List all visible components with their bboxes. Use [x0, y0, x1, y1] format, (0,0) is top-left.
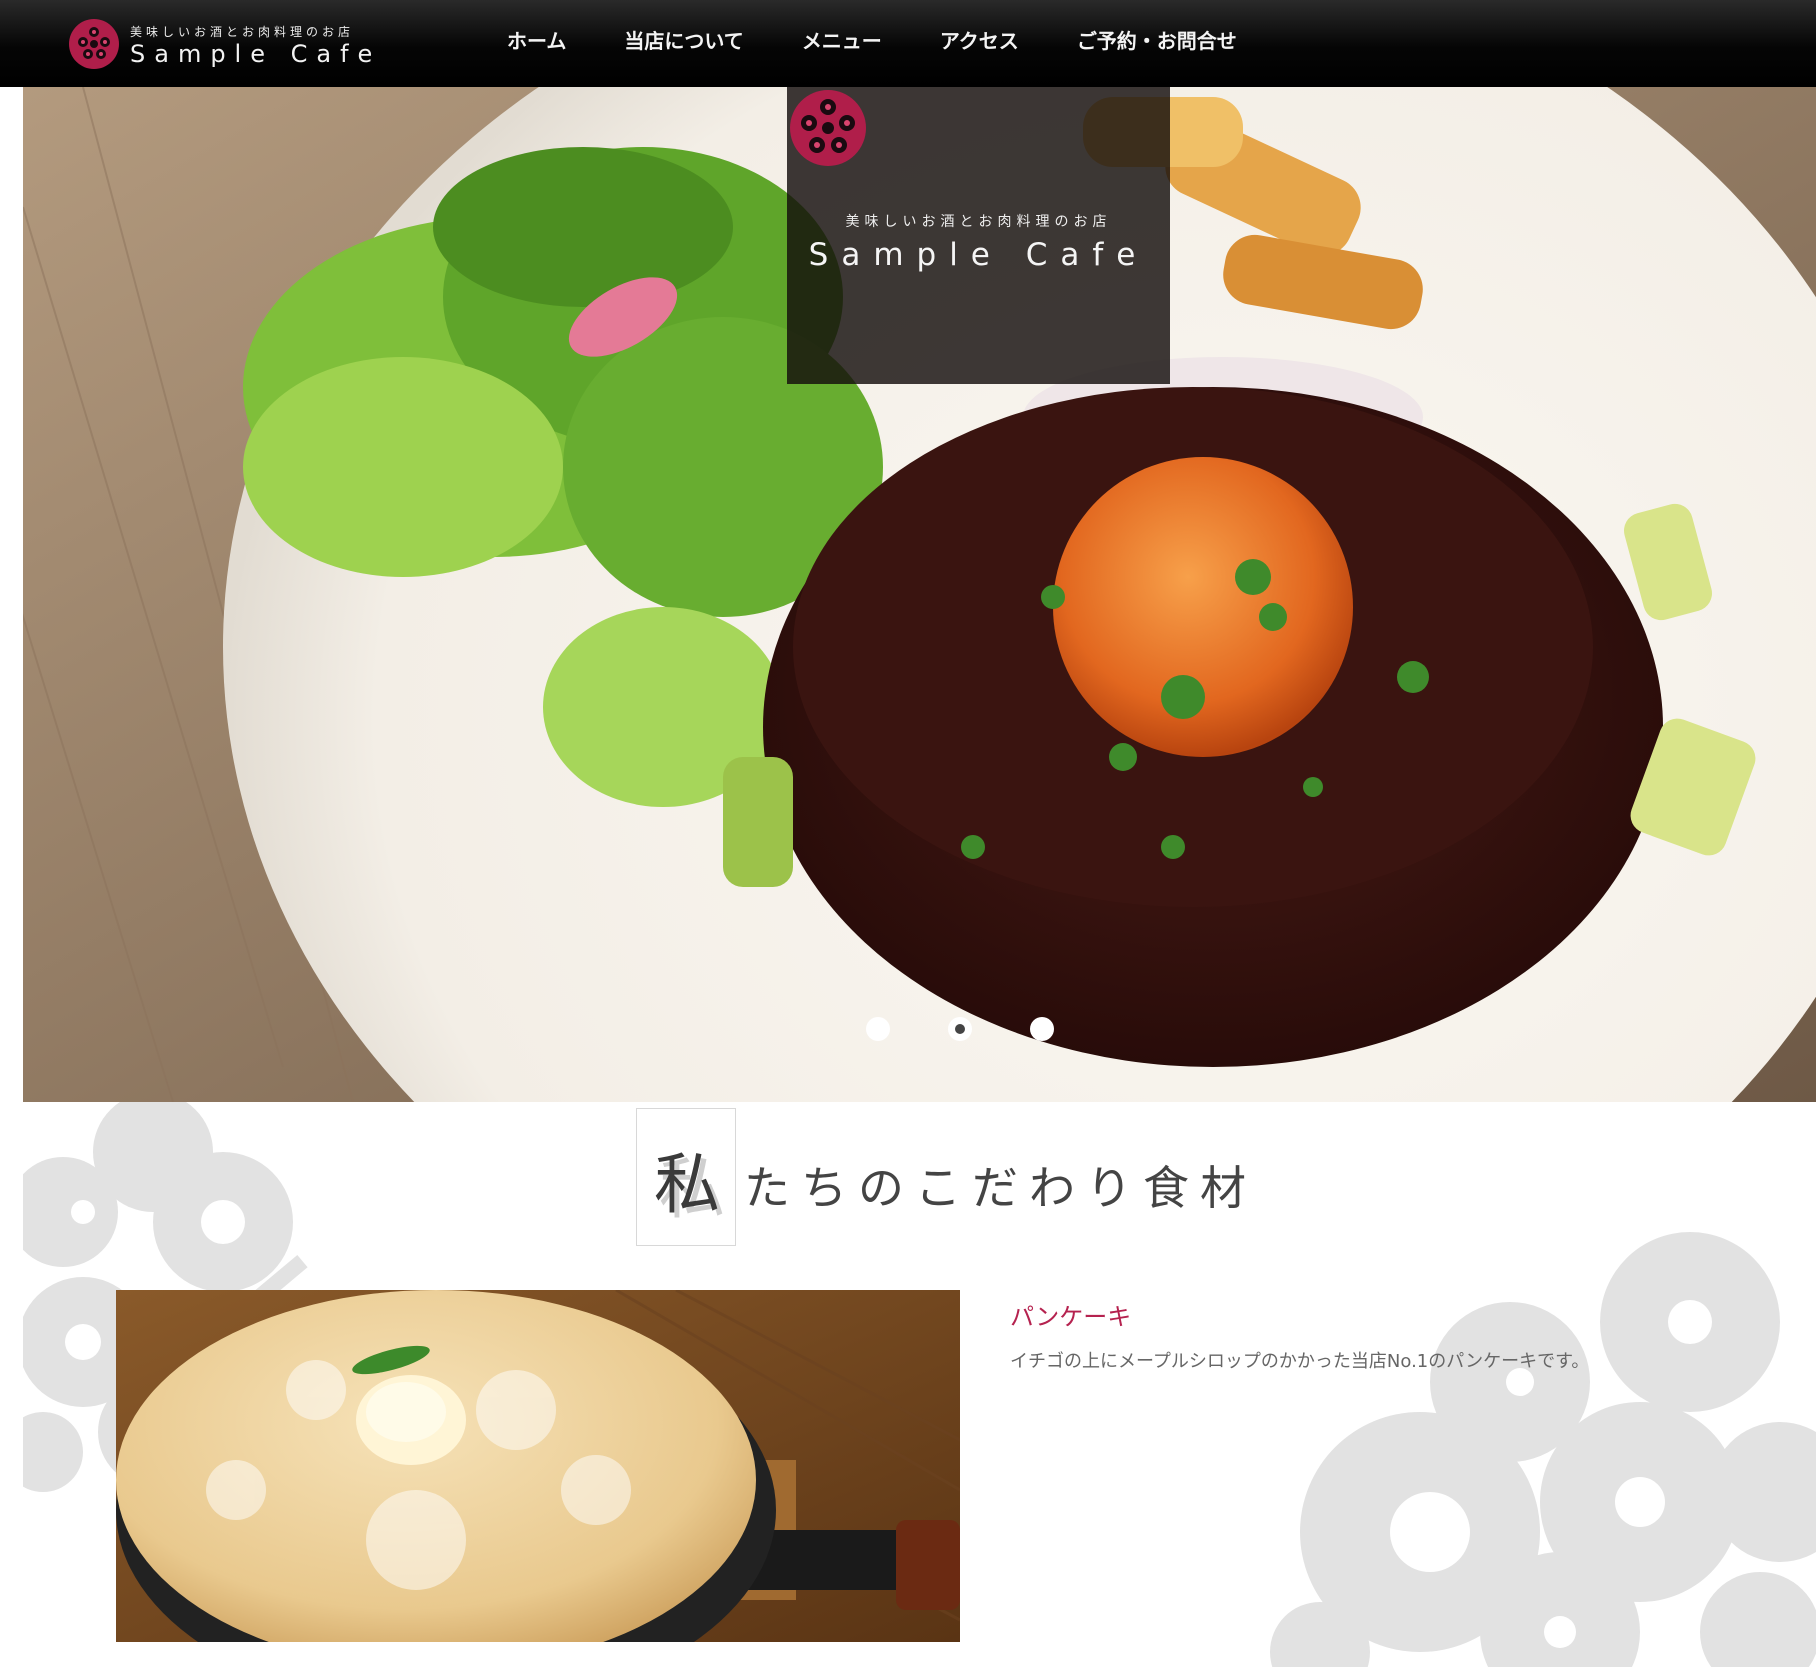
slider-dots	[866, 1017, 1054, 1041]
section-heading: 私 たちのこだわり食材	[636, 1108, 1336, 1248]
nav-item-menu[interactable]: メニュー	[773, 0, 911, 87]
hero-logo-name: Sample Cafe	[808, 237, 1149, 273]
flower-logo-icon	[69, 19, 119, 69]
hero-logo-overlay: 美味しいお酒とお肉料理のお店 Sample Cafe	[787, 87, 1170, 384]
flower-pattern-right	[1270, 1232, 1816, 1667]
heading-first-char: 私	[654, 1146, 720, 1223]
site-header: 美味しいお酒とお肉料理のお店 Sample Cafe ホーム 当店について メニ…	[0, 0, 1816, 87]
item-description: イチゴの上にメープルシロップのかかった当店No.1のパンケーキです。	[1010, 1351, 1590, 1372]
logo-name: Sample Cafe	[130, 40, 382, 68]
logo-tagline: 美味しいお酒とお肉料理のお店	[130, 25, 355, 39]
flower-logo-icon	[790, 90, 866, 166]
item-title: パンケーキ	[1010, 1303, 1132, 1331]
heading-text: たちのこだわり食材	[744, 1161, 1257, 1215]
pancake-image	[116, 1290, 960, 1642]
nav-item-home[interactable]: ホーム	[478, 0, 595, 87]
heading-first-char-box: 私	[636, 1108, 736, 1246]
nav-item-about[interactable]: 当店について	[595, 0, 772, 87]
main-nav: ホーム 当店について メニュー アクセス ご予約・お問合せ	[478, 0, 1266, 87]
slider-dot-1[interactable]	[866, 1017, 890, 1041]
nav-item-reservation[interactable]: ご予約・お問合せ	[1048, 0, 1266, 87]
slider-dot-3[interactable]	[1030, 1017, 1054, 1041]
ingredients-section: 私 たちのこだわり食材 パンケーキ イチゴの上にメープルシロップのかかった当店N…	[0, 1102, 1816, 1667]
hero-slider: 美味しいお酒とお肉料理のお店 Sample Cafe	[23, 87, 1816, 1102]
hero-logo-tagline: 美味しいお酒とお肉料理のお店	[845, 214, 1112, 230]
site-logo[interactable]: 美味しいお酒とお肉料理のお店 Sample Cafe	[68, 18, 408, 74]
nav-item-access[interactable]: アクセス	[911, 0, 1048, 87]
slider-dot-2[interactable]	[948, 1017, 972, 1041]
